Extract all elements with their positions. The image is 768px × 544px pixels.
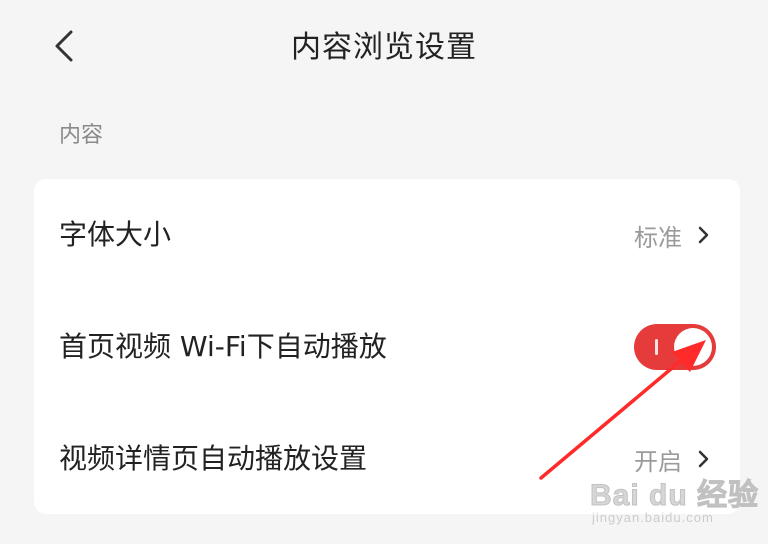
page-title: 内容浏览设置 (291, 30, 477, 65)
setting-value: 标准 (634, 223, 682, 252)
section-label: 内容 (59, 123, 104, 148)
setting-row-font-size[interactable]: 字体大小 标准 (34, 179, 740, 291)
wifi-autoplay-toggle[interactable] (634, 324, 716, 370)
header-bar: 内容浏览设置 (0, 0, 768, 96)
setting-label: 字体大小 (59, 218, 172, 251)
settings-card: 字体大小 标准 首页视频 Wi-Fi下自动播放 视频详情页自动播放设置 开启 (34, 179, 740, 514)
setting-label: 视频详情页自动播放设置 (59, 442, 368, 475)
chevron-right-icon (696, 447, 710, 471)
setting-row-wifi-autoplay: 首页视频 Wi-Fi下自动播放 (34, 291, 740, 403)
toggle-knob (674, 328, 712, 366)
setting-row-detail-autoplay[interactable]: 视频详情页自动播放设置 开启 (34, 403, 740, 515)
toggle-on-mark (655, 339, 658, 355)
setting-value-group: 开启 (634, 442, 710, 477)
setting-label: 首页视频 Wi-Fi下自动播放 (59, 330, 387, 363)
chevron-right-icon (696, 223, 710, 247)
setting-value-group: 标准 (634, 218, 710, 253)
setting-value: 开启 (634, 447, 682, 476)
